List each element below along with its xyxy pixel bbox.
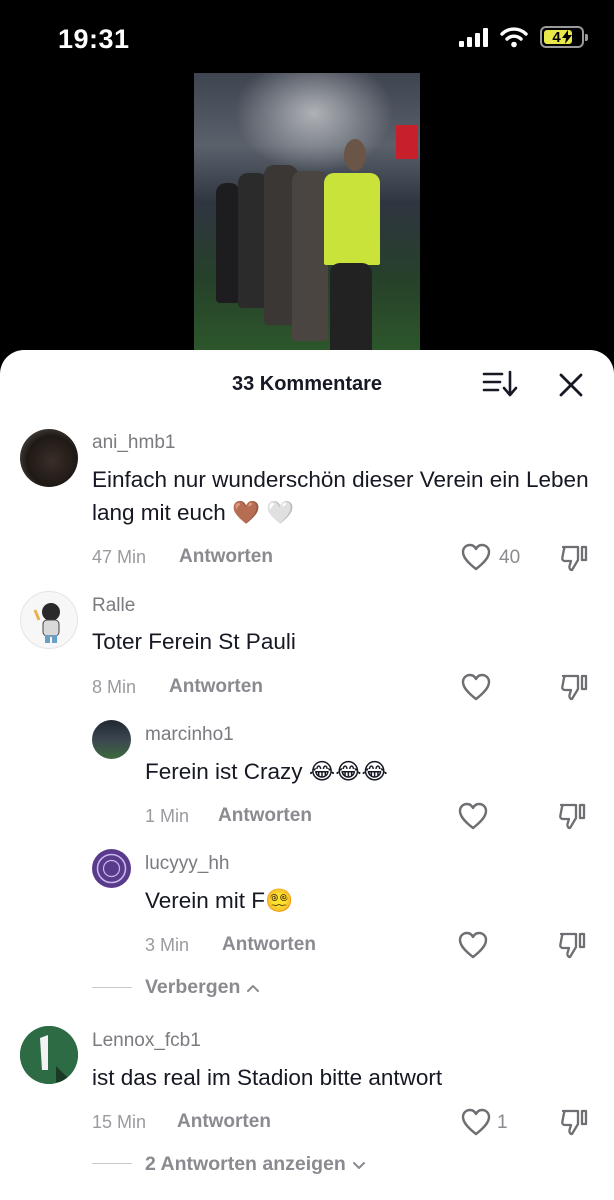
dislike-icon[interactable] <box>557 930 587 960</box>
yellow-vest <box>324 173 380 265</box>
comment-username[interactable]: Ralle <box>92 595 135 617</box>
dislike-icon[interactable] <box>559 672 589 702</box>
comments-sheet: 33 Kommentare ani_hmb1 Einfach nur wunde… <box>0 350 614 1200</box>
cellular-signal-icon <box>459 27 488 47</box>
jersey-number-icon <box>20 1026 78 1084</box>
comment-username[interactable]: Lennox_fcb1 <box>92 1030 201 1052</box>
hide-replies-label: Verbergen <box>145 976 241 998</box>
comment-text: Ferein ist Crazy 😂😂😂 <box>145 759 388 784</box>
comment-username[interactable]: lucyyy_hh <box>145 853 230 875</box>
reply-button[interactable]: Antworten <box>177 1111 271 1133</box>
heart-icon[interactable] <box>461 543 491 571</box>
reply-button[interactable]: Antworten <box>222 934 316 956</box>
comment-text: Einfach nur wunderschön dieser Verein ei… <box>92 467 589 525</box>
comment-time: 47 Min <box>92 547 147 567</box>
avatar[interactable] <box>20 429 78 487</box>
comment-time: 3 Min <box>145 935 190 955</box>
club-logo-icon <box>96 853 127 884</box>
like-count: 40 <box>499 547 521 568</box>
charging-bolt-icon <box>561 30 572 44</box>
video-thumbnail[interactable] <box>194 73 420 363</box>
avatar[interactable] <box>20 591 78 649</box>
avatar[interactable] <box>92 849 131 888</box>
heart-icon[interactable] <box>461 673 491 701</box>
comment-username[interactable]: marcinho1 <box>145 724 234 746</box>
thread-line <box>92 987 132 988</box>
comment-time: 1 Min <box>145 806 190 826</box>
reply-button[interactable]: Antworten <box>169 676 263 698</box>
comment-text: Toter Ferein St Pauli <box>92 629 296 654</box>
chevron-up-icon <box>247 984 260 992</box>
comment-text: ist das real im Stadion bitte antwort <box>92 1065 443 1090</box>
battery-icon: 4 <box>540 26 588 48</box>
comment-time: 8 Min <box>92 677 137 697</box>
thread-line <box>92 1163 132 1164</box>
status-time: 19:31 <box>58 24 130 54</box>
avatar[interactable] <box>92 720 131 759</box>
battery-level: 4 <box>552 28 561 46</box>
comments-title: 33 Kommentare <box>231 373 383 395</box>
heart-icon[interactable] <box>461 1108 491 1136</box>
hide-replies-button[interactable]: Verbergen <box>145 976 260 999</box>
show-replies-label: 2 Antworten anzeigen <box>145 1153 346 1175</box>
dislike-icon[interactable] <box>559 1107 589 1137</box>
comment-username[interactable]: ani_hmb1 <box>92 432 175 454</box>
stadium-scoreboard <box>396 125 418 159</box>
dislike-icon[interactable] <box>559 543 589 573</box>
comment-text: Verein mit F😵‍💫 <box>145 888 294 913</box>
wifi-icon <box>500 27 528 48</box>
reply-button[interactable]: Antworten <box>218 805 312 827</box>
status-bar: 19:31 4 <box>0 0 614 78</box>
reply-button[interactable]: Antworten <box>179 546 273 568</box>
like-count: 1 <box>497 1112 508 1133</box>
chevron-down-icon <box>352 1161 365 1169</box>
cartoon-character-icon <box>33 603 60 643</box>
heart-icon[interactable] <box>458 802 488 830</box>
comment-time: 15 Min <box>92 1112 147 1132</box>
heart-icon[interactable] <box>458 931 488 959</box>
dislike-icon[interactable] <box>557 801 587 831</box>
status-icons: 4 <box>459 26 588 48</box>
close-icon[interactable] <box>556 370 586 400</box>
sort-icon[interactable] <box>482 370 518 398</box>
avatar[interactable] <box>20 1026 78 1084</box>
show-replies-button[interactable]: 2 Antworten anzeigen <box>145 1153 366 1176</box>
